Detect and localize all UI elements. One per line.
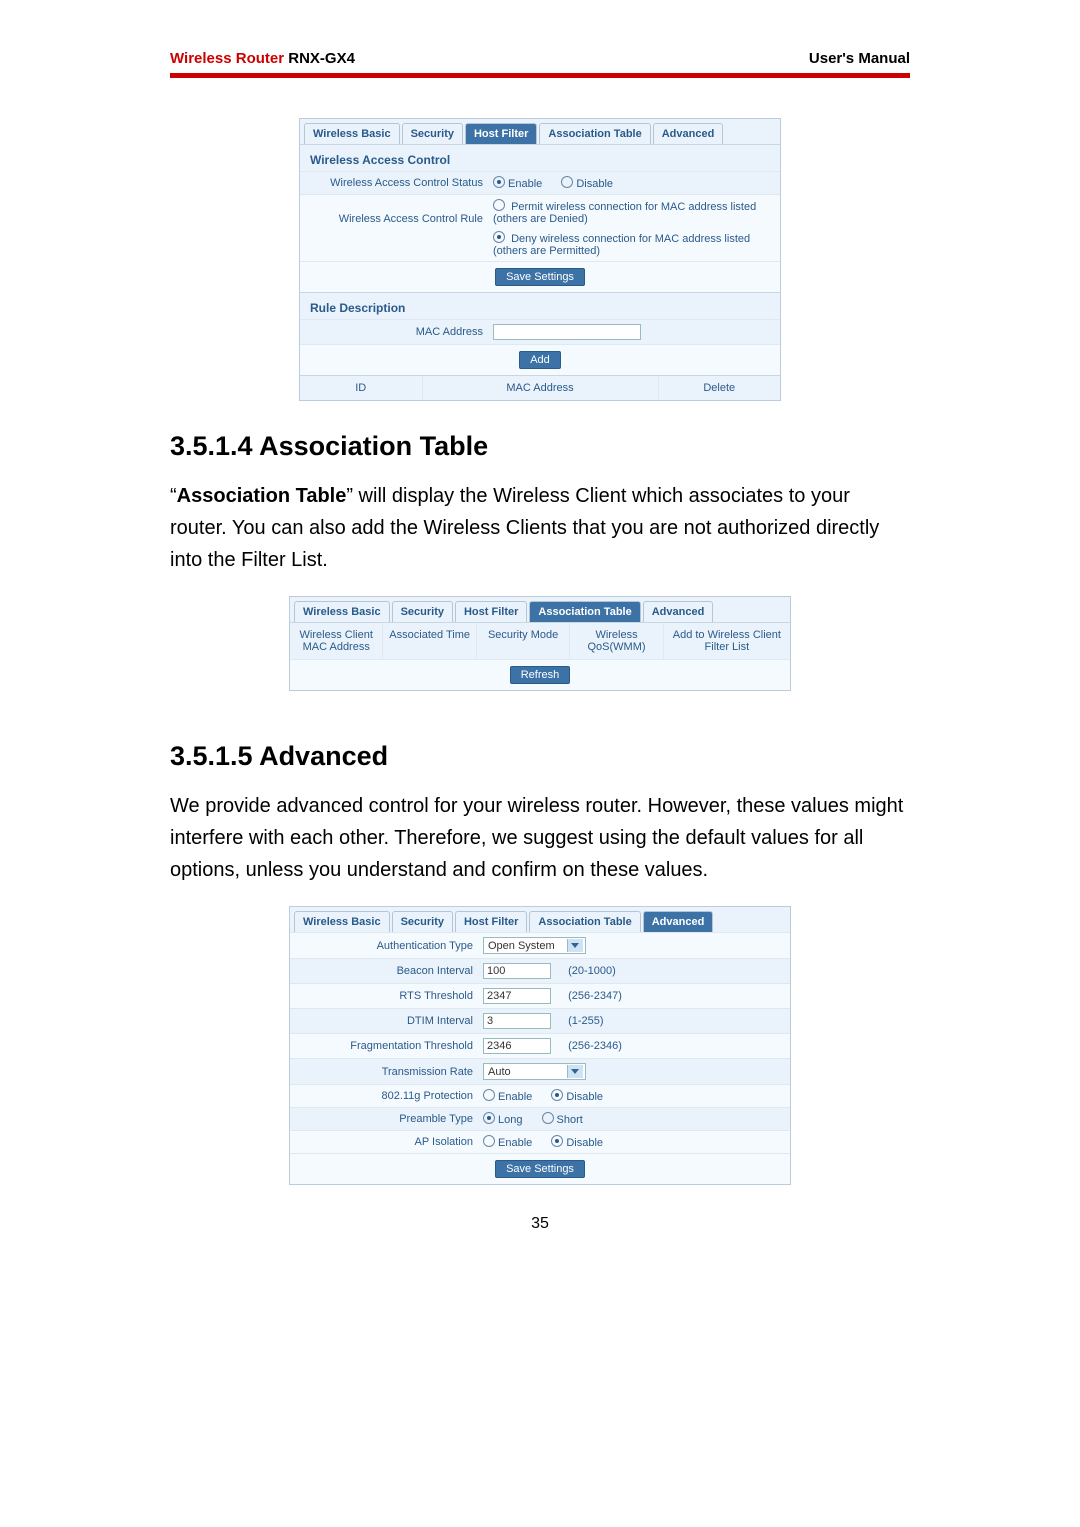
tab-host-filter[interactable]: Host Filter [455, 911, 527, 932]
rules-table-header: ID MAC Address Delete [300, 375, 780, 400]
assoc-col-qos: Wireless QoS(WMM) [570, 623, 663, 659]
radio-preamble-long[interactable] [483, 1112, 495, 1124]
frag-input[interactable] [483, 1038, 551, 1054]
apiso-enable-label: Enable [498, 1137, 532, 1149]
col-id: ID [300, 376, 423, 400]
chevron-down-icon [567, 1065, 583, 1078]
dtim-range: (1-255) [568, 1015, 603, 1027]
auth-type-value: Open System [488, 940, 555, 952]
doc-header: Wireless Router RNX-GX4 User's Manual [170, 50, 910, 73]
rts-label: RTS Threshold [298, 990, 483, 1002]
g-disable-label: Disable [566, 1091, 603, 1103]
tab-host-filter[interactable]: Host Filter [455, 601, 527, 622]
save-settings-button[interactable]: Save Settings [495, 268, 585, 286]
rule-deny-text: Deny wireless connection for MAC address… [493, 233, 750, 257]
section-rule-description: Rule Description [300, 292, 780, 319]
section-access-control: Wireless Access Control [300, 144, 780, 171]
radio-label-enable: Enable [508, 178, 542, 190]
refresh-button[interactable]: Refresh [510, 666, 571, 684]
doc-title-brand: Wireless Router [170, 50, 284, 67]
tab-association-table[interactable]: Association Table [539, 123, 650, 144]
doc-title-model: RNX-GX4 [284, 50, 355, 67]
radio-status-disable[interactable] [561, 176, 573, 188]
apiso-label: AP Isolation [298, 1136, 483, 1148]
rts-range: (256-2347) [568, 990, 622, 1002]
mac-address-input[interactable] [493, 324, 641, 340]
tab-security[interactable]: Security [392, 601, 453, 622]
radio-status-enable[interactable] [493, 176, 505, 188]
tab-security[interactable]: Security [392, 911, 453, 932]
auth-type-select[interactable]: Open System [483, 937, 586, 954]
para-advanced: We provide advanced control for your wir… [170, 790, 910, 886]
col-delete: Delete [659, 376, 781, 400]
col-mac: MAC Address [423, 376, 659, 400]
radio-apiso-enable[interactable] [483, 1135, 495, 1147]
radio-g-enable[interactable] [483, 1089, 495, 1101]
mac-address-label: MAC Address [308, 326, 493, 338]
radio-label-disable: Disable [576, 178, 613, 190]
chevron-down-icon [567, 939, 583, 952]
tab-security[interactable]: Security [402, 123, 463, 144]
tab-bar: Wireless Basic Security Host Filter Asso… [290, 907, 790, 932]
apiso-disable-label: Disable [566, 1137, 603, 1149]
radio-rule-deny[interactable] [493, 231, 505, 243]
access-rule-label: Wireless Access Control Rule [308, 199, 493, 225]
preamble-label: Preamble Type [298, 1113, 483, 1125]
radio-preamble-short[interactable] [542, 1112, 554, 1124]
assoc-table-header: Wireless Client MAC Address Associated T… [290, 622, 790, 659]
assoc-col-security: Security Mode [477, 623, 570, 659]
beacon-range: (20-1000) [568, 965, 616, 977]
tab-bar: Wireless Basic Security Host Filter Asso… [300, 119, 780, 144]
auth-type-label: Authentication Type [298, 940, 483, 952]
frag-range: (256-2346) [568, 1040, 622, 1052]
assoc-col-add: Add to Wireless Client Filter List [664, 623, 790, 659]
assoc-bold: Association Table [177, 485, 347, 507]
doc-title-right: User's Manual [809, 50, 910, 67]
tx-rate-label: Transmission Rate [298, 1066, 483, 1078]
tab-wireless-basic[interactable]: Wireless Basic [304, 123, 400, 144]
beacon-input[interactable] [483, 963, 551, 979]
tab-advanced[interactable]: Advanced [653, 123, 724, 144]
access-status-label: Wireless Access Control Status [308, 177, 493, 189]
dtim-input[interactable] [483, 1013, 551, 1029]
hostfilter-panel: Wireless Basic Security Host Filter Asso… [299, 118, 781, 401]
tx-rate-value: Auto [488, 1066, 511, 1078]
tab-wireless-basic[interactable]: Wireless Basic [294, 601, 390, 622]
tx-rate-select[interactable]: Auto [483, 1063, 586, 1080]
preamble-long-label: Long [498, 1114, 522, 1126]
assoc-col-mac: Wireless Client MAC Address [290, 623, 383, 659]
tab-bar: Wireless Basic Security Host Filter Asso… [290, 597, 790, 622]
page-number: 35 [170, 1215, 910, 1233]
g-protect-label: 802.11g Protection [298, 1090, 483, 1102]
tab-advanced[interactable]: Advanced [643, 601, 714, 622]
heading-association-table: 3.5.1.4 Association Table [170, 431, 910, 462]
radio-apiso-disable[interactable] [551, 1135, 563, 1147]
heading-advanced: 3.5.1.5 Advanced [170, 741, 910, 772]
frag-label: Fragmentation Threshold [298, 1040, 483, 1052]
advanced-panel: Wireless Basic Security Host Filter Asso… [289, 906, 791, 1185]
add-button[interactable]: Add [519, 351, 561, 369]
tab-advanced[interactable]: Advanced [643, 911, 714, 932]
tab-wireless-basic[interactable]: Wireless Basic [294, 911, 390, 932]
assoc-col-time: Associated Time [383, 623, 476, 659]
para-association-table: “Association Table” will display the Wir… [170, 480, 910, 576]
radio-rule-permit[interactable] [493, 199, 505, 211]
tab-association-table[interactable]: Association Table [529, 911, 640, 932]
g-enable-label: Enable [498, 1091, 532, 1103]
tab-host-filter[interactable]: Host Filter [465, 123, 537, 144]
tab-association-table[interactable]: Association Table [529, 601, 640, 622]
preamble-short-label: Short [557, 1114, 583, 1126]
dtim-label: DTIM Interval [298, 1015, 483, 1027]
beacon-label: Beacon Interval [298, 965, 483, 977]
rts-input[interactable] [483, 988, 551, 1004]
save-settings-button[interactable]: Save Settings [495, 1160, 585, 1178]
association-panel: Wireless Basic Security Host Filter Asso… [289, 596, 791, 691]
doc-title: Wireless Router RNX-GX4 [170, 50, 355, 67]
header-divider [170, 73, 910, 78]
rule-permit-text: Permit wireless connection for MAC addre… [493, 201, 756, 225]
radio-g-disable[interactable] [551, 1089, 563, 1101]
